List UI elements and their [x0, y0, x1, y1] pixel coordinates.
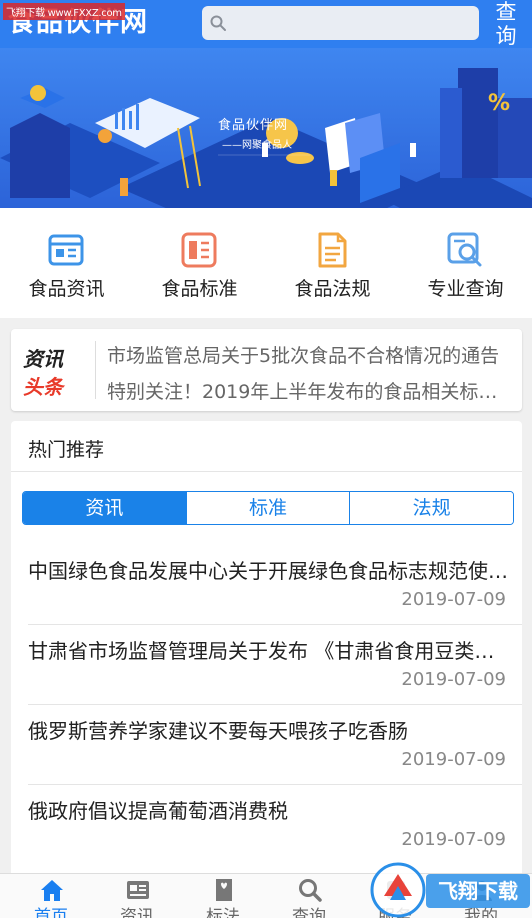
home-icon [41, 880, 63, 901]
tab-label: 首页 [34, 907, 68, 918]
watermark-badge: 飞翔下载 www.FXXZ.com [3, 3, 125, 20]
news-title: 中国绿色食品发展中心关于开展绿色食品标志规范使用的通知 [28, 559, 508, 583]
news-date: 2019-07-09 [401, 749, 506, 770]
tab-standard[interactable]: 标准 [185, 492, 350, 524]
category-regulation[interactable]: 食品法规 [266, 208, 399, 318]
segment-tabs: 资讯 标准 法规 [22, 491, 514, 525]
tab-label: 查询 [292, 907, 326, 918]
regulation-icon [318, 232, 347, 268]
promo-banner[interactable]: % 食品伙伴网 ——网聚食品人 [0, 48, 532, 208]
news-date: 2019-07-09 [401, 589, 506, 610]
headline-item[interactable]: 市场监管总局关于5批次食品不合格情况的通告 [107, 341, 507, 368]
headline-logo-top: 资讯 [23, 347, 63, 371]
corner-watermark-text: 飞翔下载 [438, 879, 518, 903]
news-title: 俄罗斯营养学家建议不要每天喂孩子吃香肠 [28, 719, 408, 743]
category-standard[interactable]: 食品标准 [133, 208, 266, 318]
news-title: 甘肃省市场监督管理局关于发布 《甘肃省食用豆类》的公告 [28, 639, 508, 663]
category-nav: 食品资讯 食品标准 食品法规 专业查询 [0, 208, 532, 318]
news-item[interactable]: 俄罗斯营养学家建议不要每天喂孩子吃香肠 2019-07-09 [11, 705, 522, 785]
headline-panel: 资讯 头条 市场监管总局关于5批次食品不合格情况的通告 特别关注！2019年上半… [11, 329, 522, 411]
news-item[interactable]: 俄政府倡议提高葡萄酒消费税 2019-07-09 [11, 785, 522, 865]
search-icon [210, 15, 226, 31]
headline-logo-bottom: 头条 [23, 375, 63, 399]
news-title: 俄政府倡议提高葡萄酒消费税 [28, 799, 288, 823]
tab-label: 标法 [206, 907, 240, 918]
app-header: 食品伙伴网 飞翔下载 www.FXXZ.com 查询 [0, 0, 532, 48]
news-date: 2019-07-09 [401, 829, 506, 850]
category-pro-search[interactable]: 专业查询 [399, 208, 532, 318]
tab-label: 资讯 [120, 907, 154, 918]
divider [11, 471, 522, 472]
search-icon [299, 879, 322, 902]
banner-subtitle: ——网聚食品人 [222, 140, 292, 151]
hot-recommend-panel: 热门推荐 资讯 标准 法规 中国绿色食品发展中心关于开展绿色食品标志规范使用的通… [11, 421, 522, 881]
tab-news[interactable]: 资讯 [94, 874, 180, 918]
tab-home[interactable]: 首页 [8, 874, 94, 918]
section-title: 热门推荐 [28, 439, 105, 461]
category-label: 食品法规 [294, 278, 371, 300]
category-label: 食品标准 [161, 278, 238, 300]
category-news[interactable]: 食品资讯 [0, 208, 133, 318]
svg-text:%: % [488, 91, 510, 116]
headline-divider [95, 341, 96, 399]
banner-title: 食品伙伴网 [218, 118, 289, 133]
search-input[interactable] [202, 6, 479, 40]
tab-standards-laws[interactable]: 标法 [180, 874, 266, 918]
category-label: 专业查询 [427, 278, 504, 300]
news-date: 2019-07-09 [401, 669, 506, 690]
query-button[interactable]: 查询 [486, 0, 526, 48]
tab-search[interactable]: 查询 [266, 874, 352, 918]
news-icon [127, 881, 149, 899]
tab-regulation[interactable]: 法规 [349, 492, 513, 524]
news-item[interactable]: 中国绿色食品发展中心关于开展绿色食品标志规范使用的通知 2019-07-09 [11, 545, 522, 625]
standard-icon [181, 232, 217, 268]
category-label: 食品资讯 [28, 278, 105, 300]
search-doc-icon [447, 232, 482, 267]
tab-news[interactable]: 资讯 [23, 492, 186, 524]
news-item[interactable]: 甘肃省市场监督管理局关于发布 《甘肃省食用豆类》的公告 2019-07-09 [11, 625, 522, 705]
headline-item[interactable]: 特别关注！2019年上半年发布的食品相关标准汇总 [107, 377, 507, 404]
news-icon [48, 234, 84, 266]
corner-watermark-logo: 飞翔下载 [370, 862, 530, 918]
book-icon [216, 879, 232, 901]
